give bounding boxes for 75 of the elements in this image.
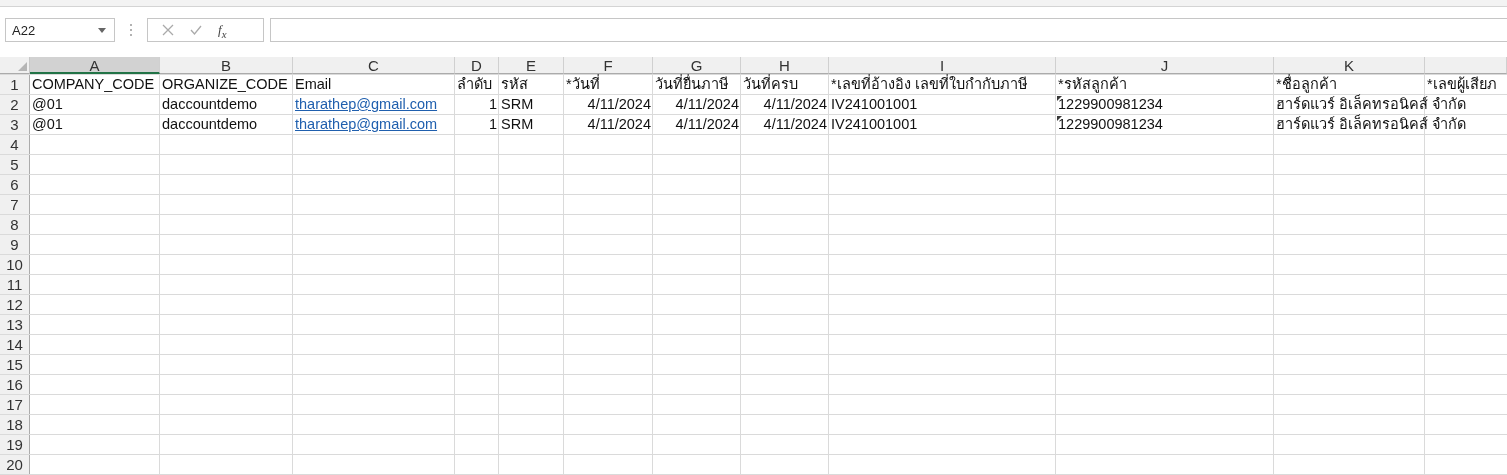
table-cell-text: IV241001001 <box>830 95 919 114</box>
check-icon[interactable] <box>190 24 202 37</box>
drag-handle-icon[interactable] <box>129 23 133 38</box>
table-cell-text: SRM <box>500 95 535 114</box>
column-header[interactable]: F <box>564 57 653 74</box>
table-cell-text: 4/11/2024 <box>586 115 652 134</box>
row-header[interactable]: 5 <box>0 155 30 174</box>
table-cell-text: ฮาร์ดแวร์ อิเล็คทรอนิคส์ จำกัด <box>1275 95 1468 114</box>
insert-function-button[interactable]: f$_{x}$ <box>218 21 227 40</box>
column-header[interactable]: G <box>653 57 741 74</box>
table-cell-text: 1229900981234 <box>1057 115 1164 134</box>
table-cell-text: *ชื่อลูกค้า <box>1275 75 1338 94</box>
row-header[interactable]: 20 <box>0 455 30 474</box>
column-header[interactable]: J <box>1056 57 1274 74</box>
table-cell-text: SRM <box>500 115 535 134</box>
row-header[interactable]: 10 <box>0 255 30 274</box>
table-cell-text: Email <box>294 75 333 94</box>
row-header[interactable]: 9 <box>0 235 30 254</box>
column-header[interactable] <box>1425 57 1507 74</box>
table-cell-text: ฮาร์ดแวร์ อิเล็คทรอนิคส์ จำกัด <box>1275 115 1468 134</box>
column-header[interactable]: I <box>829 57 1056 74</box>
cancel-icon[interactable] <box>162 24 174 37</box>
formula-input[interactable] <box>270 18 1507 43</box>
row-header[interactable]: 11 <box>0 275 30 294</box>
row-header[interactable]: 12 <box>0 295 30 314</box>
table-cell-text: @01 <box>31 115 64 134</box>
row-header[interactable]: 15 <box>0 355 30 374</box>
column-header[interactable]: K <box>1274 57 1425 74</box>
row-header[interactable]: 17 <box>0 395 30 414</box>
column-header[interactable]: H <box>741 57 829 74</box>
table-cell-text: ลำดับ <box>456 75 493 94</box>
table-cell-text: รหัส <box>500 75 529 94</box>
table-cell-text: 4/11/2024 <box>674 115 740 134</box>
table-cell-text: 1 <box>487 95 498 114</box>
row-header[interactable]: 3 <box>0 115 30 134</box>
row-header[interactable]: 8 <box>0 215 30 234</box>
table-cell-text: *เลขที่อ้างอิง เลขที่ใบกำกับภาษี <box>830 75 1029 94</box>
table-cell-text: *เลขผู้เสียภ <box>1426 75 1498 94</box>
column-header[interactable]: E <box>499 57 564 74</box>
table-cell-text: 4/11/2024 <box>674 95 740 114</box>
table-cell-text: 4/11/2024 <box>762 95 828 114</box>
row-header[interactable]: 4 <box>0 135 30 154</box>
table-cell-text: IV241001001 <box>830 115 919 134</box>
row-header[interactable]: 16 <box>0 375 30 394</box>
table-cell-text: @01 <box>31 95 64 114</box>
column-header[interactable]: A <box>30 57 160 74</box>
email-link[interactable]: tharathep@gmail.com <box>293 95 440 114</box>
column-header[interactable]: D <box>455 57 499 74</box>
table-cell-text: 1 <box>487 115 498 134</box>
table-cell-text: วันที่ครบ <box>742 75 799 94</box>
table-cell-text: daccountdemo <box>161 95 259 114</box>
row-header[interactable]: 14 <box>0 335 30 354</box>
caret-icon[interactable] <box>98 27 106 33</box>
email-link[interactable]: tharathep@gmail.com <box>293 115 440 134</box>
table-cell-text: ORGANIZE_CODE <box>161 75 289 94</box>
table-cell-text: *รหัสลูกค้า <box>1057 75 1128 94</box>
name-box[interactable]: A22 <box>5 18 115 43</box>
select-all-corner[interactable] <box>0 57 30 74</box>
table-cell-text: *วันที่ <box>565 75 601 94</box>
row-header[interactable]: 7 <box>0 195 30 214</box>
table-cell-text: 4/11/2024 <box>586 95 652 114</box>
corner-triangle-icon <box>18 62 27 71</box>
row-header[interactable]: 19 <box>0 435 30 454</box>
row-header[interactable]: 18 <box>0 415 30 434</box>
row-header[interactable]: 1 <box>0 75 30 94</box>
column-header[interactable]: B <box>160 57 293 74</box>
row-header[interactable]: 6 <box>0 175 30 194</box>
table-cell-text: 1229900981234 <box>1057 95 1164 114</box>
table-cell-text: 4/11/2024 <box>762 115 828 134</box>
table-cell-text: COMPANY_CODE <box>31 75 156 94</box>
table-cell-text: daccountdemo <box>161 115 259 134</box>
table-cell-text: วันที่ยื่นภาษี <box>654 75 730 94</box>
column-header[interactable]: C <box>293 57 455 74</box>
row-header[interactable]: 2 <box>0 95 30 114</box>
row-header[interactable]: 13 <box>0 315 30 334</box>
